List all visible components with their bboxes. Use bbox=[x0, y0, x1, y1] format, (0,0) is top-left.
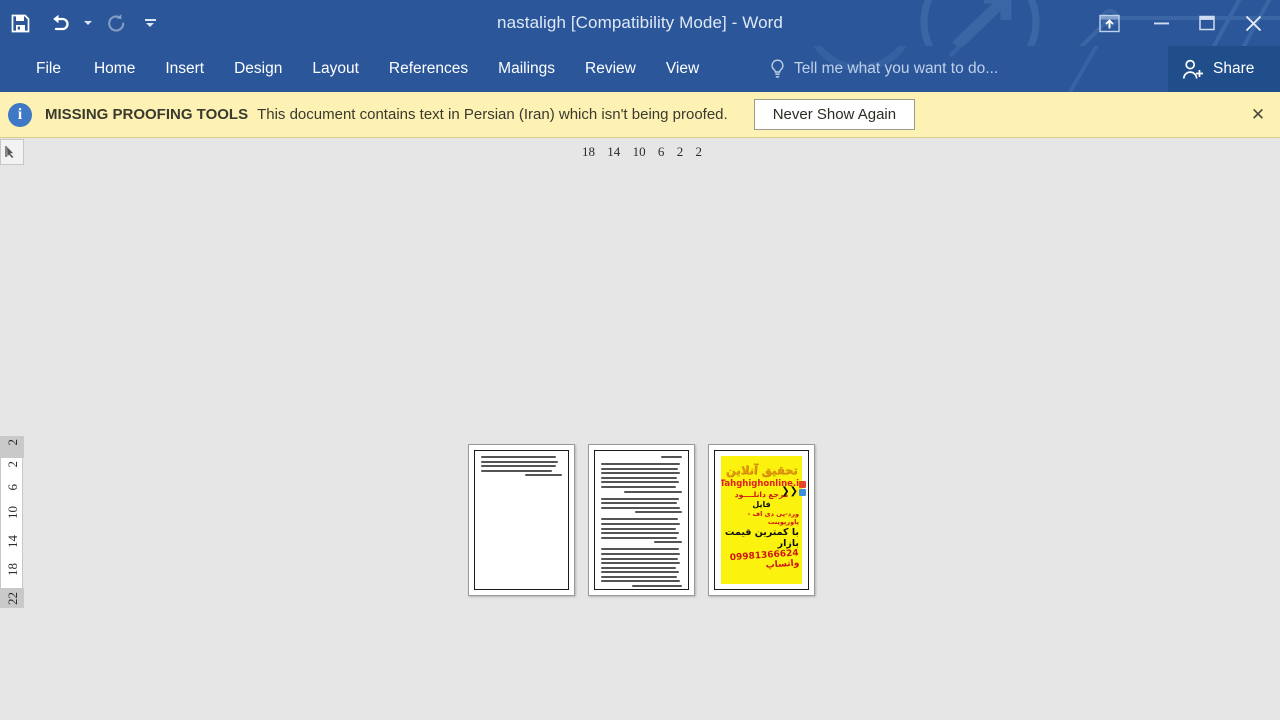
tab-layout[interactable]: Layout bbox=[297, 46, 374, 92]
infobar-heading: MISSING PROOFING TOOLS bbox=[45, 106, 249, 123]
ad-badge-2 bbox=[799, 489, 806, 496]
tab-view[interactable]: View bbox=[651, 46, 714, 92]
page-2-paragraph-3 bbox=[601, 518, 682, 544]
document-canvas[interactable]: تحقیق آنلاین Tahghighonline.ir مرجع دانل… bbox=[24, 139, 1280, 720]
ad-arrow-icon: ❮❮ bbox=[781, 486, 798, 497]
hruler-tick-3: 6 bbox=[657, 144, 665, 159]
ad-line-4: با کمترین قیمت بازار bbox=[724, 527, 799, 549]
vertical-ruler-ticks: 2 2 6 10 14 18 22 bbox=[1, 436, 24, 608]
close-button[interactable] bbox=[1230, 0, 1276, 46]
hruler-tick-5: 2 bbox=[695, 144, 702, 159]
minimize-button[interactable] bbox=[1138, 0, 1184, 46]
minimize-icon bbox=[1153, 22, 1169, 25]
word-window: nastaligh [Compatibility Mode] - Word Fi… bbox=[0, 0, 1280, 720]
tab-references[interactable]: References bbox=[374, 46, 483, 92]
tab-insert[interactable]: Insert bbox=[150, 46, 219, 92]
vruler-tick-2: 6 bbox=[4, 483, 20, 491]
close-icon bbox=[1245, 15, 1261, 31]
document-page-2[interactable] bbox=[588, 444, 695, 596]
document-page-1[interactable] bbox=[468, 444, 575, 596]
vertical-ruler[interactable]: 2 2 6 10 14 18 22 bbox=[0, 436, 24, 608]
infobar-close-button[interactable]: ✕ bbox=[1246, 103, 1270, 127]
ad-social-badges bbox=[799, 481, 806, 496]
share-button[interactable]: Share bbox=[1168, 46, 1280, 92]
vruler-tick-1: 2 bbox=[4, 461, 20, 468]
share-person-icon bbox=[1182, 59, 1203, 79]
vruler-tick-6: 22 bbox=[4, 592, 20, 605]
vruler-tick-3: 10 bbox=[4, 505, 20, 519]
hruler-tick-1: 14 bbox=[607, 144, 621, 159]
advertisement-block: تحقیق آنلاین Tahghighonline.ir مرجع دانل… bbox=[721, 456, 806, 584]
page-thumbnails: تحقیق آنلاین Tahghighonline.ir مرجع دانل… bbox=[468, 444, 815, 596]
page-2-border-frame bbox=[594, 450, 689, 590]
page-1-border-frame bbox=[474, 450, 569, 590]
tab-stop-icon bbox=[5, 146, 14, 158]
window-controls bbox=[1080, 0, 1280, 46]
tab-home[interactable]: Home bbox=[79, 46, 150, 92]
ribbon-tabs: File Home Insert Design Layout Reference… bbox=[18, 46, 714, 92]
tell-me-placeholder: Tell me what you want to do... bbox=[794, 60, 999, 77]
tab-design[interactable]: Design bbox=[219, 46, 297, 92]
infobar-message: This document contains text in Persian (… bbox=[257, 106, 728, 123]
maximize-button[interactable] bbox=[1184, 0, 1230, 46]
title-bar: nastaligh [Compatibility Mode] - Word bbox=[0, 0, 1280, 46]
lightbulb-icon bbox=[771, 58, 784, 78]
missing-proofing-tools-bar: i MISSING PROOFING TOOLS This document c… bbox=[0, 92, 1280, 138]
share-label: Share bbox=[1213, 60, 1255, 77]
hruler-tick-2: 10 bbox=[632, 144, 646, 159]
tell-me-box[interactable]: Tell me what you want to do... bbox=[770, 46, 998, 92]
document-page-3[interactable]: تحقیق آنلاین Tahghighonline.ir مرجع دانل… bbox=[708, 444, 815, 596]
ad-line-3: ورد-پی دی اف - پاورپوینت bbox=[747, 510, 799, 526]
tab-mailings[interactable]: Mailings bbox=[483, 46, 570, 92]
hruler-tick-0: 18 bbox=[582, 144, 595, 159]
ribbon-display-options-button[interactable] bbox=[1080, 0, 1138, 46]
ad-badge-1 bbox=[799, 481, 806, 488]
ad-title: تحقیق آنلاین bbox=[725, 463, 798, 477]
tab-review[interactable]: Review bbox=[570, 46, 651, 92]
page-3-border-frame: تحقیق آنلاین Tahghighonline.ir مرجع دانل… bbox=[714, 450, 809, 590]
ad-line-2: فایل bbox=[752, 500, 771, 509]
ad-line-1: مرجع دانلــــود bbox=[734, 490, 789, 499]
ad-phone: 09981366624 واتساپ bbox=[729, 548, 800, 571]
info-icon: i bbox=[8, 102, 32, 127]
page-1-paragraph bbox=[481, 456, 562, 477]
never-show-again-button[interactable]: Never Show Again bbox=[753, 99, 916, 130]
vruler-tick-4: 14 bbox=[4, 534, 20, 548]
vruler-tick-5: 18 bbox=[4, 563, 20, 577]
tab-file[interactable]: File bbox=[18, 46, 79, 92]
hruler-tick-4: 2 bbox=[676, 144, 684, 159]
ribbon-tab-bar: File Home Insert Design Layout Reference… bbox=[0, 46, 1280, 92]
maximize-icon bbox=[1199, 15, 1215, 31]
tab-stop-selector[interactable] bbox=[0, 139, 24, 165]
page-2-paragraph-1 bbox=[601, 463, 682, 493]
page-2-heading bbox=[601, 456, 682, 458]
ribbon-display-options-icon bbox=[1098, 14, 1120, 32]
page-2-paragraph-4 bbox=[601, 548, 682, 588]
vruler-tick-0: 2 bbox=[4, 439, 20, 446]
page-2-paragraph-2 bbox=[601, 497, 682, 514]
